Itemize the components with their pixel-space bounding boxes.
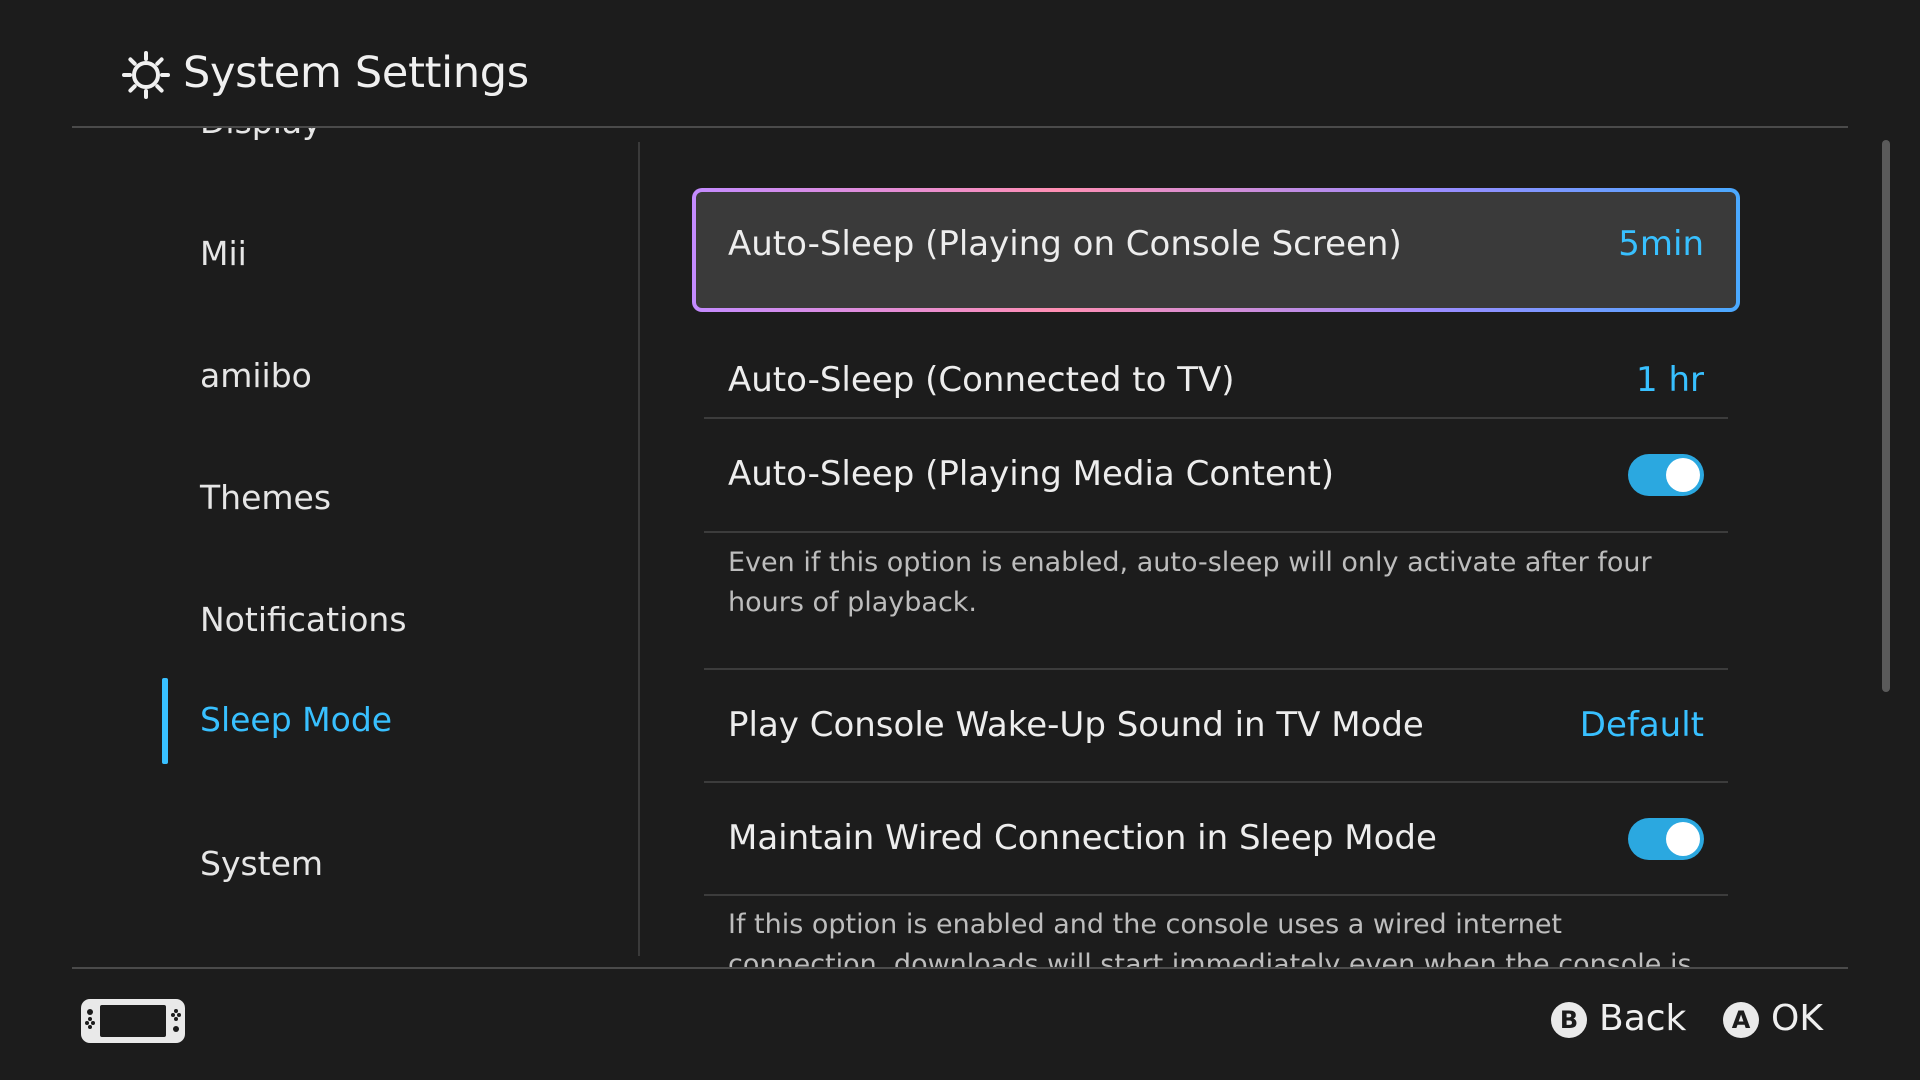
gear-icon xyxy=(122,51,170,99)
ok-label: OK xyxy=(1771,998,1823,1039)
back-label: Back xyxy=(1599,998,1687,1039)
scrollbar[interactable] xyxy=(1882,140,1890,692)
toggle-knob xyxy=(1666,822,1700,856)
row-value: Default xyxy=(1579,705,1704,745)
row-label: Maintain Wired Connection in Sleep Mode xyxy=(728,818,1437,858)
sidebar-item-label: Sleep Mode xyxy=(200,700,393,739)
row-divider xyxy=(704,531,1728,533)
sidebar-item-display-clipped[interactable]: Display xyxy=(200,128,322,141)
footer-divider xyxy=(72,967,1848,969)
wired-connection-description: If this option is enabled and the consol… xyxy=(728,909,1692,968)
wake-up-sound-row[interactable]: Play Console Wake-Up Sound in TV Mode De… xyxy=(704,670,1728,782)
sidebar-item-label: System xyxy=(200,844,324,883)
sidebar-item-themes[interactable]: Themes xyxy=(72,456,638,542)
wired-connection-row[interactable]: Maintain Wired Connection in Sleep Mode xyxy=(704,783,1728,895)
auto-sleep-console-row[interactable]: Auto-Sleep (Playing on Console Screen) 5… xyxy=(692,188,1740,312)
ok-button[interactable]: A OK xyxy=(1723,996,1833,1046)
row-label: Auto-Sleep (Playing on Console Screen) xyxy=(728,224,1402,264)
row-label: Play Console Wake-Up Sound in TV Mode xyxy=(728,705,1424,745)
console-icon xyxy=(81,999,185,1043)
sidebar: Display Mii amiibo Themes Notifications Slee… xyxy=(72,128,638,968)
sidebar-item-mii[interactable]: Mii xyxy=(72,212,638,298)
media-content-description: Even if this option is enabled, auto-sle… xyxy=(728,547,1652,618)
wired-connection-toggle[interactable] xyxy=(1628,818,1704,860)
sidebar-item-system[interactable]: System xyxy=(72,822,638,908)
row-value: 5min xyxy=(1618,224,1704,264)
row-value: 1 hr xyxy=(1636,360,1704,400)
sidebar-item-label: amiibo xyxy=(200,356,312,395)
sidebar-item-notifications[interactable]: Notifications xyxy=(72,578,638,664)
active-indicator xyxy=(162,678,168,764)
row-label: Auto-Sleep (Playing Media Content) xyxy=(728,454,1335,494)
b-button-icon: B xyxy=(1551,1002,1587,1038)
auto-sleep-media-toggle[interactable] xyxy=(1628,454,1704,496)
toggle-knob xyxy=(1666,458,1700,492)
sidebar-item-label: Notifications xyxy=(200,600,407,639)
row-divider xyxy=(704,894,1728,896)
settings-list: Auto-Sleep (Playing on Console Screen) 5… xyxy=(640,128,1840,968)
header: System Settings xyxy=(0,0,1920,128)
settings-screen: System Settings Display Mii amiibo Themes N… xyxy=(0,0,1920,1080)
sidebar-item-sleep-mode[interactable]: Sleep Mode xyxy=(72,678,638,764)
auto-sleep-media-row[interactable]: Auto-Sleep (Playing Media Content) xyxy=(704,419,1728,531)
a-button-icon: A xyxy=(1723,1002,1759,1038)
sidebar-item-label: Themes xyxy=(200,478,332,517)
sidebar-item-label: Mii xyxy=(200,234,247,273)
sidebar-item-amiibo[interactable]: amiibo xyxy=(72,334,638,420)
back-button[interactable]: B Back xyxy=(1551,996,1686,1046)
page-title: System Settings xyxy=(183,48,529,98)
row-label: Auto-Sleep (Connected to TV) xyxy=(728,360,1235,400)
